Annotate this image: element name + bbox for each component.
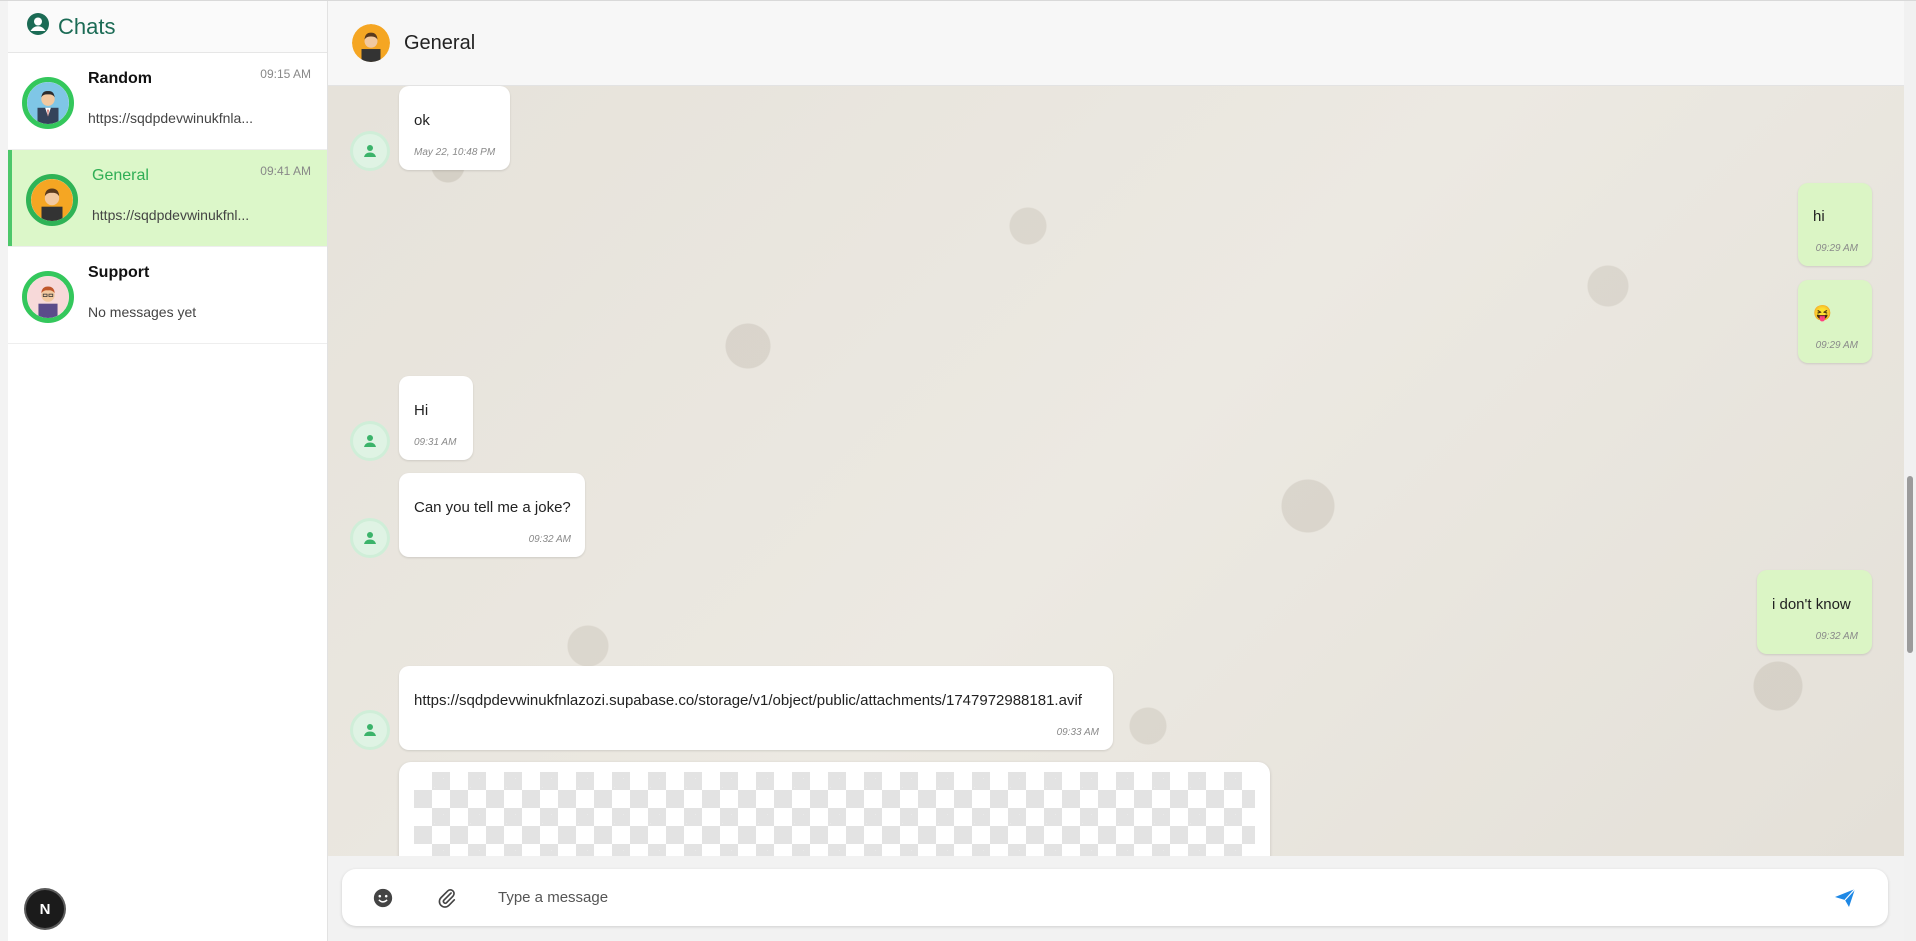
smile-icon[interactable]: [368, 883, 398, 913]
window-edge: [0, 1, 8, 941]
avatar: [22, 271, 74, 323]
chat-preview: https://sqdpdevwinukfnl...: [92, 207, 250, 223]
scrollbar[interactable]: [1904, 1, 1916, 941]
message-time: May 22, 10:48 PM: [414, 147, 496, 158]
chat-preview: No messages yet: [88, 304, 197, 320]
message-time: 09:29 AM: [1815, 340, 1858, 351]
user-icon: [353, 713, 387, 747]
message-bubble[interactable]: ok May 22, 10:48 PM: [399, 86, 510, 170]
message-text: i don't know: [1772, 596, 1851, 613]
message-text: Can you tell me a joke?: [414, 499, 571, 516]
message-text: 😝: [1813, 305, 1832, 322]
message-list[interactable]: ok May 22, 10:48 PM hi 09:29 AM 😝 09:29 …: [328, 86, 1904, 856]
chat-time: 09:41 AM: [260, 164, 311, 178]
chat-preview: https://sqdpdevwinukfnla...: [88, 110, 253, 126]
message-input[interactable]: [496, 876, 1830, 919]
message-time: 09:32 AM: [528, 534, 571, 545]
message-text: Hi: [414, 402, 429, 419]
message-bubble[interactable]: Can you tell me a joke? 09:32 AM: [399, 473, 585, 557]
chat-app: Chats Random https://sqdpdevwinukfnla...…: [0, 0, 1916, 941]
sidebar-title: Chats: [58, 13, 116, 39]
user-icon: [353, 521, 387, 555]
send-icon[interactable]: [1830, 883, 1860, 913]
user-circle-icon: [26, 12, 50, 41]
chat-title: General: [404, 31, 476, 54]
message-bubble[interactable]: https://sqdpdevwinukfnlazozi.supabase.co…: [399, 666, 1113, 750]
chat-item-general[interactable]: General https://sqdpdevwinukfnl... 09:41…: [8, 150, 327, 247]
avatar: [26, 174, 78, 226]
composer-area: [328, 856, 1904, 941]
message-time: 09:32 AM: [1815, 631, 1858, 642]
avatar: [22, 77, 74, 129]
paperclip-icon[interactable]: [432, 883, 462, 913]
chat-header: General: [328, 1, 1906, 86]
image-placeholder: [414, 772, 1255, 856]
user-icon: [353, 134, 387, 168]
dev-tools-badge[interactable]: N: [26, 890, 64, 928]
message-time: 09:31 AM: [414, 437, 457, 448]
message-text: hi: [1813, 208, 1825, 225]
message-text: ok: [414, 112, 430, 129]
user-icon: [353, 424, 387, 458]
message-bubble[interactable]: Hi 09:31 AM: [399, 376, 473, 460]
message-bubble[interactable]: i don't know 09:32 AM: [1757, 570, 1872, 654]
chat-panel: General ok May 22, 10:48 PM hi 09:29 AM …: [328, 1, 1916, 941]
chat-time: 09:15 AM: [260, 67, 311, 81]
message-time: 09:33 AM: [1056, 727, 1099, 738]
message-bubble[interactable]: 😝 09:29 AM: [1798, 280, 1872, 363]
message-composer: [342, 869, 1888, 926]
attachment-link[interactable]: https://sqdpdevwinukfnlazozi.supabase.co…: [414, 692, 1082, 709]
sidebar: Chats Random https://sqdpdevwinukfnla...…: [8, 1, 328, 941]
message-time: 09:29 AM: [1815, 243, 1858, 254]
avatar: [352, 24, 390, 62]
scrollbar-thumb[interactable]: [1907, 476, 1913, 653]
sidebar-header: Chats: [8, 1, 327, 53]
chat-name: Support: [88, 264, 150, 281]
image-attachment[interactable]: [399, 762, 1270, 856]
chat-item-random[interactable]: Random https://sqdpdevwinukfnla... 09:15…: [8, 53, 327, 150]
chat-item-support[interactable]: Support No messages yet: [8, 247, 327, 344]
message-bubble[interactable]: hi 09:29 AM: [1798, 183, 1872, 266]
